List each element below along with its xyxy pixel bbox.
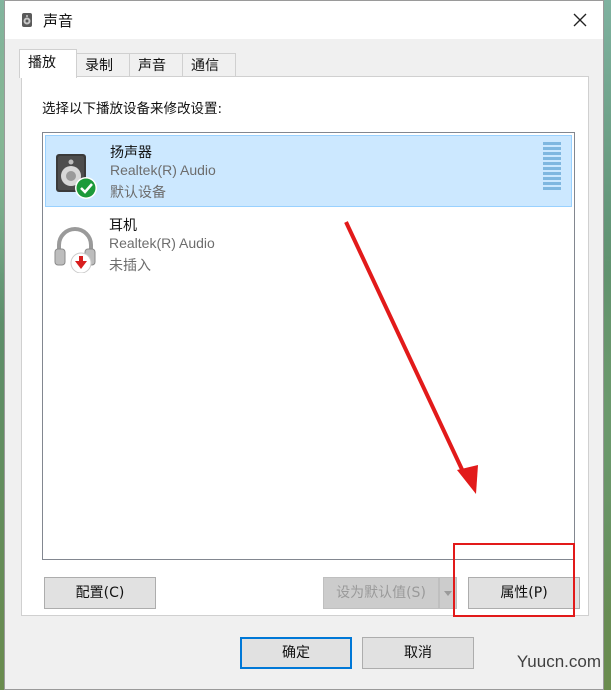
device-status: 未插入 bbox=[109, 258, 151, 274]
instruction-text: 选择以下播放设备来修改设置: bbox=[42, 101, 223, 117]
title-bar: 声音 bbox=[5, 1, 603, 39]
close-button[interactable] bbox=[557, 1, 603, 39]
tab-label: 通信 bbox=[191, 58, 219, 74]
device-item-speakers[interactable]: 扬声器 Realtek(R) Audio 默认设备 bbox=[45, 135, 572, 207]
device-name: 耳机 bbox=[109, 218, 137, 234]
window-title: 声音 bbox=[43, 12, 74, 30]
set-default-dropdown[interactable] bbox=[439, 577, 457, 609]
device-name: 扬声器 bbox=[110, 145, 152, 161]
chevron-down-icon bbox=[444, 591, 452, 596]
ok-button[interactable]: 确定 bbox=[240, 637, 352, 669]
tab-communications[interactable]: 通信 bbox=[182, 53, 236, 77]
tab-label: 声音 bbox=[138, 58, 166, 74]
configure-button[interactable]: 配置(C) bbox=[44, 577, 156, 609]
headphones-icon bbox=[54, 227, 96, 273]
tab-sounds[interactable]: 声音 bbox=[129, 53, 183, 77]
device-list: 扬声器 Realtek(R) Audio 默认设备 耳机 Realtek(R) … bbox=[42, 132, 575, 560]
close-icon bbox=[573, 13, 587, 27]
sound-app-icon bbox=[22, 13, 32, 27]
watermark: Yuucn.com bbox=[516, 652, 601, 671]
sound-dialog: 声音 播放 录制 声音 通信 选择以下播放设备来修改设置: 扬声器 Realte… bbox=[4, 0, 604, 690]
check-badge-icon bbox=[75, 177, 97, 199]
device-driver: Realtek(R) Audio bbox=[109, 235, 215, 251]
device-driver: Realtek(R) Audio bbox=[110, 162, 216, 178]
properties-button[interactable]: 属性(P) bbox=[468, 577, 580, 609]
tab-recording[interactable]: 录制 bbox=[76, 53, 130, 77]
tab-label: 播放 bbox=[28, 55, 56, 71]
tab-playback[interactable]: 播放 bbox=[19, 49, 77, 78]
speaker-icon bbox=[56, 154, 97, 199]
unplugged-badge-icon bbox=[70, 252, 92, 273]
volume-level-meter bbox=[543, 142, 561, 192]
cancel-button[interactable]: 取消 bbox=[362, 637, 474, 669]
playback-panel: 选择以下播放设备来修改设置: 扬声器 Realtek(R) Audio 默认设备… bbox=[21, 76, 589, 616]
set-default-button[interactable]: 设为默认值(S) bbox=[323, 577, 439, 609]
device-status: 默认设备 bbox=[110, 185, 166, 201]
device-item-headphones[interactable]: 耳机 Realtek(R) Audio 未插入 bbox=[45, 209, 572, 281]
tab-label: 录制 bbox=[85, 58, 113, 74]
